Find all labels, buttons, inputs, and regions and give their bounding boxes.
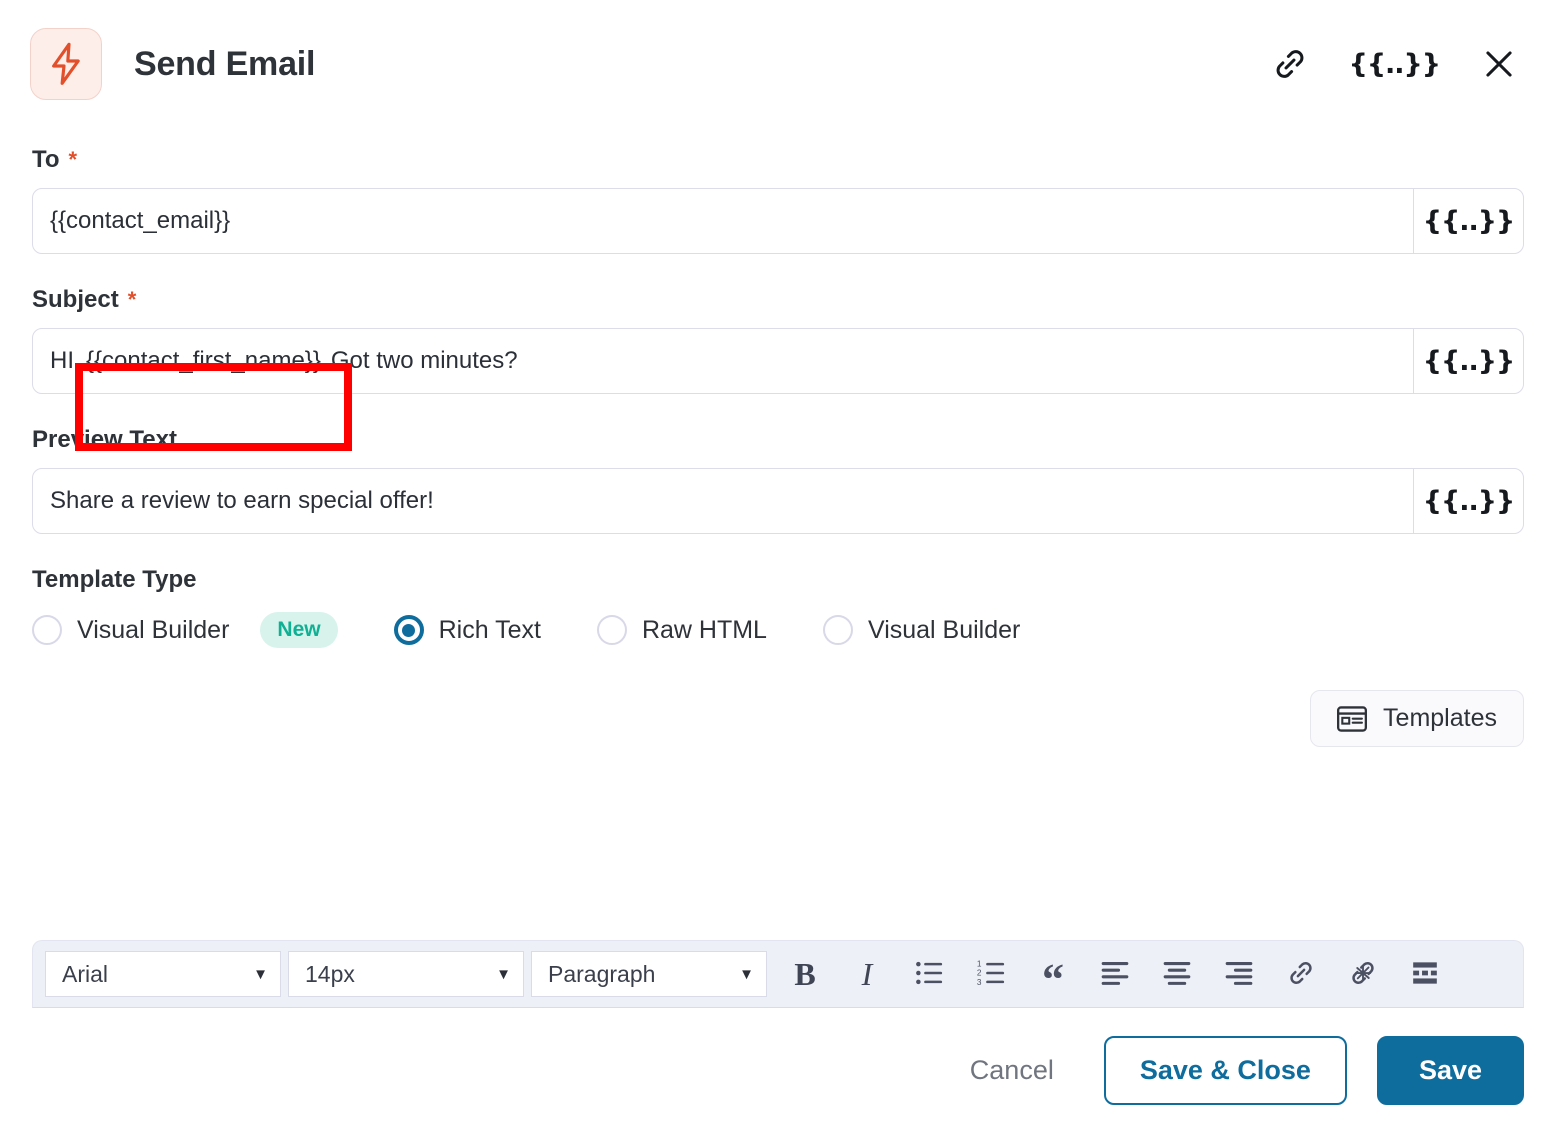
radio-label: Visual Builder	[77, 615, 230, 644]
radio-indicator[interactable]	[32, 615, 62, 645]
blockquote-button[interactable]: “	[1022, 946, 1084, 1002]
link-icon	[1285, 958, 1317, 991]
templates-row: Templates	[32, 690, 1524, 747]
block-format-select[interactable]: Paragraph ▼	[531, 951, 767, 997]
radio-label: Visual Builder	[867, 615, 1021, 644]
merge-tag-glyph: {{..}}	[1348, 48, 1441, 80]
merge-tag-glyph: {{..}}	[1422, 205, 1515, 237]
required-marker: *	[127, 287, 137, 312]
svg-text:3: 3	[977, 977, 982, 985]
font-family-value: Arial	[62, 960, 109, 987]
cancel-button[interactable]: Cancel	[950, 1041, 1074, 1100]
radio-indicator-selected[interactable]	[393, 615, 424, 645]
subject-input-group: HI {{contact_first_name}} Got two minutes?…	[32, 328, 1524, 394]
subject-merge-tag-text: {{contact_first_name}}	[86, 347, 321, 374]
radio-indicator[interactable]	[822, 615, 853, 645]
quote-icon: “	[1042, 955, 1064, 1005]
radio-visual-builder-new[interactable]: Visual Builder New	[32, 612, 338, 648]
subject-input[interactable]: HI {{contact_first_name}} Got two minutes?	[33, 329, 1413, 393]
italic-button[interactable]: I	[836, 946, 898, 1002]
close-icon[interactable]	[1480, 45, 1518, 83]
subject-label-text: Subject	[32, 286, 119, 313]
subject-merge-tag-button[interactable]: {{..}}	[1413, 329, 1523, 393]
dialog-body: To * {{contact_email}} {{..}} Subject * …	[0, 128, 1556, 747]
preview-text-merge-tag-button[interactable]: {{..}}	[1413, 469, 1523, 533]
rich-text-editor-toolbar: Arial ▼ 14px ▼ Paragraph ▼ B I 1 2 3 “	[32, 940, 1524, 1008]
send-email-dialog: Send Email {{..}} To * {{contact_email}}…	[0, 0, 1556, 1132]
page-title: Send Email	[134, 44, 316, 83]
italic-icon: I	[861, 955, 873, 992]
align-center-icon	[1162, 960, 1192, 989]
preview-text-label-text: Preview Text	[32, 426, 177, 453]
bullet-list-icon	[914, 960, 944, 989]
preview-text-input[interactable]: Share a review to earn special offer!	[33, 469, 1413, 533]
block-format-value: Paragraph	[548, 960, 656, 987]
save-and-close-button[interactable]: Save & Close	[1103, 1035, 1347, 1105]
align-center-button[interactable]	[1146, 946, 1208, 1002]
to-input-group: {{contact_email}} {{..}}	[32, 188, 1524, 254]
required-marker: *	[68, 147, 78, 172]
radio-indicator[interactable]	[596, 615, 627, 645]
dialog-header: Send Email {{..}}	[0, 0, 1556, 128]
bold-icon: B	[794, 955, 816, 992]
template-layout-icon	[1337, 705, 1368, 732]
preview-text-label: Preview Text	[32, 426, 1524, 454]
svg-text:2: 2	[977, 968, 982, 977]
merge-tag-glyph: {{..}}	[1422, 345, 1515, 377]
unlink-icon	[1347, 958, 1379, 991]
radio-rich-text[interactable]: Rich Text	[393, 615, 541, 645]
bulleted-list-button[interactable]	[898, 946, 960, 1002]
align-right-button[interactable]	[1208, 946, 1270, 1002]
chevron-down-icon: ▼	[739, 965, 754, 983]
subject-suffix-text: Got two minutes?	[330, 347, 518, 374]
align-left-icon	[1100, 960, 1130, 989]
templates-button[interactable]: Templates	[1310, 690, 1524, 747]
template-type-radio-group: Visual Builder New Rich Text Raw HTML Vi…	[32, 612, 1524, 648]
new-badge: New	[260, 612, 338, 648]
to-label-text: To	[32, 146, 60, 173]
to-merge-tag-button[interactable]: {{..}}	[1413, 189, 1523, 253]
horizontal-rule-icon	[1410, 960, 1440, 989]
dialog-footer: Cancel Save & Close Save	[0, 1008, 1556, 1132]
merge-tag-icon[interactable]: {{..}}	[1348, 48, 1441, 80]
field-subject: Subject * HI {{contact_first_name}} Got tw…	[32, 286, 1524, 394]
lightning-bolt-icon	[30, 28, 102, 100]
align-right-icon	[1224, 960, 1254, 989]
insert-link-button[interactable]	[1270, 946, 1332, 1002]
templates-button-label: Templates	[1383, 704, 1497, 732]
template-type-label-text: Template Type	[32, 566, 197, 593]
chevron-down-icon: ▼	[496, 965, 511, 983]
radio-label: Raw HTML	[641, 615, 767, 644]
radio-raw-html[interactable]: Raw HTML	[596, 615, 767, 645]
field-to: To * {{contact_email}} {{..}}	[32, 146, 1524, 254]
unlink-button[interactable]	[1332, 946, 1394, 1002]
numbered-list-icon: 1 2 3	[976, 959, 1006, 989]
font-size-select[interactable]: 14px ▼	[288, 951, 524, 997]
radio-visual-builder[interactable]: Visual Builder	[822, 615, 1021, 645]
radio-label: Rich Text	[438, 615, 541, 644]
to-label: To *	[32, 146, 1524, 174]
font-family-select[interactable]: Arial ▼	[45, 951, 281, 997]
bold-button[interactable]: B	[774, 946, 836, 1002]
align-left-button[interactable]	[1084, 946, 1146, 1002]
svg-text:1: 1	[977, 960, 982, 969]
to-input[interactable]: {{contact_email}}	[33, 189, 1413, 253]
subject-prefix-text: HI	[50, 347, 74, 374]
font-size-value: 14px	[305, 960, 355, 987]
subject-label: Subject *	[32, 286, 1524, 314]
merge-tag-glyph: {{..}}	[1422, 485, 1515, 517]
header-actions: {{..}}	[1271, 45, 1528, 83]
template-type-label: Template Type	[32, 566, 1524, 594]
horizontal-rule-button[interactable]	[1394, 946, 1456, 1002]
chevron-down-icon: ▼	[253, 965, 268, 983]
preview-text-input-group: Share a review to earn special offer! {{…	[32, 468, 1524, 534]
save-button[interactable]: Save	[1376, 1035, 1524, 1105]
field-preview-text: Preview Text Share a review to earn spec…	[32, 426, 1524, 534]
numbered-list-button[interactable]: 1 2 3	[960, 946, 1022, 1002]
link-icon[interactable]	[1271, 45, 1309, 83]
field-template-type: Template Type Visual Builder New Rich Te…	[32, 566, 1524, 648]
